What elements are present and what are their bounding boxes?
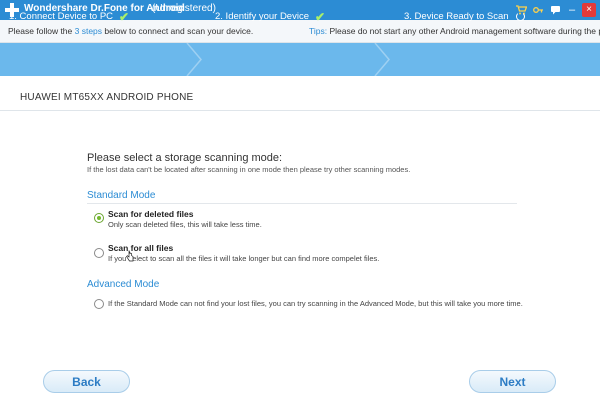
- step-label: 2. Identify your Device: [215, 11, 309, 22]
- scan-all-title[interactable]: Scan for all files: [108, 243, 173, 253]
- device-name: HUAWEI MT65XX ANDROID PHONE: [20, 92, 194, 103]
- mouse-cursor-icon: [126, 250, 134, 262]
- checkmark-icon: ✔: [119, 9, 130, 24]
- scan-deleted-title[interactable]: Scan for deleted files: [108, 209, 194, 219]
- step-label: 1. Connect Device to PC: [9, 11, 114, 22]
- divider: [87, 203, 517, 204]
- minimize-icon[interactable]: –: [565, 3, 579, 17]
- scan-deleted-desc: Only scan deleted files, this will take …: [108, 220, 262, 229]
- advanced-mode-desc[interactable]: If the Standard Mode can not find your l…: [108, 299, 523, 308]
- registration-status: (Unregistered): [152, 3, 216, 14]
- key-icon[interactable]: [531, 3, 545, 17]
- divider: [0, 110, 600, 111]
- feedback-icon[interactable]: [548, 3, 562, 17]
- advanced-mode-heading: Advanced Mode: [87, 279, 160, 290]
- advanced-mode-radio[interactable]: [94, 299, 104, 309]
- back-button[interactable]: Back: [43, 370, 130, 393]
- step-device-ready: 3. Device Ready to Scan: [404, 0, 525, 33]
- step-connect-device: 1. Connect Device to PC ✔: [9, 0, 129, 33]
- next-button[interactable]: Next: [469, 370, 556, 393]
- scan-mode-hint: If the lost data can't be located after …: [87, 165, 411, 174]
- scan-deleted-radio[interactable]: [94, 213, 104, 223]
- close-icon[interactable]: ×: [582, 3, 596, 17]
- standard-mode-heading: Standard Mode: [87, 190, 156, 201]
- steps-bar: [0, 43, 600, 76]
- window-controls: – ×: [514, 3, 596, 17]
- step-identify-device: 2. Identify your Device ✔: [215, 0, 325, 33]
- scan-mode-prompt: Please select a storage scanning mode:: [87, 152, 283, 164]
- checkmark-icon: ✔: [315, 9, 326, 24]
- loading-spinner-icon: [515, 12, 525, 21]
- step-separator-icon: [374, 43, 390, 76]
- step-separator-icon: [186, 43, 202, 76]
- scan-all-desc: If you select to scan all the files it w…: [108, 254, 380, 263]
- scan-all-radio[interactable]: [94, 248, 104, 258]
- step-label: 3. Device Ready to Scan: [404, 11, 509, 22]
